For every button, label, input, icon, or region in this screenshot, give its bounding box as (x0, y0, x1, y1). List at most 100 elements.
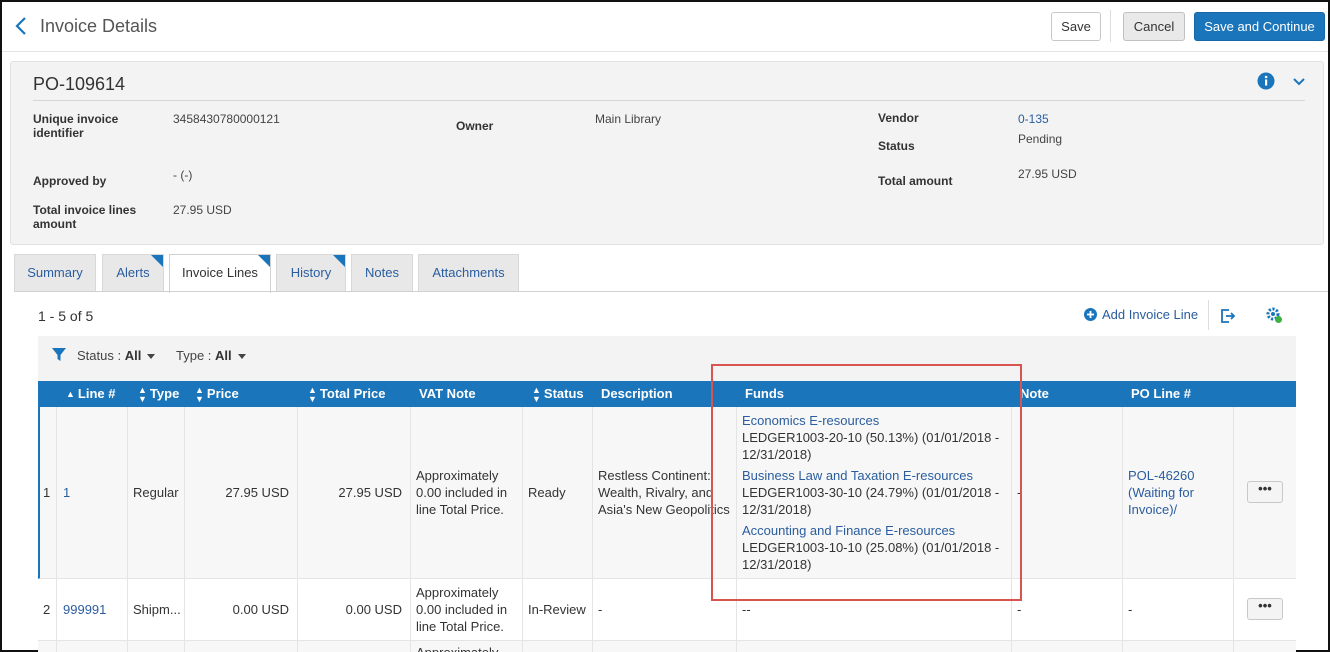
status-cell: In-Review (528, 602, 586, 617)
po-number-title: PO-109614 (33, 74, 126, 94)
table-row[interactable]: 2 999991 Shipm... 0.00 USD 0.00 USD Appr… (38, 579, 1296, 641)
type-cell: Shipm... (133, 602, 181, 617)
price-cell: 27.95 USD (225, 485, 289, 500)
funds-cell: Economics E-resources LEDGER1003-20-10 (… (742, 412, 999, 573)
add-invoice-line-label: Add Invoice Line (1102, 307, 1199, 322)
fund-link[interactable]: Accounting and Finance E-resources (742, 522, 999, 539)
results-count: 1 - 5 of 5 (38, 308, 94, 324)
status-value: Pending (1018, 132, 1063, 146)
column-divider (410, 407, 411, 652)
description-cell: - (598, 602, 603, 617)
page-title: Invoice Details (40, 16, 158, 36)
vat-note-cell: Approximately 0.00 included in line Tota… (416, 585, 508, 634)
column-header-po-line[interactable]: PO Line # (1131, 381, 1191, 407)
fund-detail: LEDGER1003-30-10 (24.79%) (01/01/2018 - (742, 485, 1000, 500)
chevron-down-icon[interactable] (1291, 74, 1307, 90)
column-divider (127, 407, 128, 652)
filter-bar: Status : All Type : All (38, 336, 1296, 381)
tab-history[interactable]: History (276, 254, 346, 291)
column-header-vat-note[interactable]: VAT Note (419, 381, 476, 407)
save-and-continue-button[interactable]: Save and Continue (1194, 12, 1325, 41)
vat-note-cell: Approximately 0.00 included in line Tota… (416, 468, 508, 517)
unique-id-value: 3458430780000121 (173, 112, 280, 126)
total-price-cell: 0.00 USD (345, 602, 402, 617)
column-header-status[interactable]: ▲ ▼ Status (532, 381, 584, 407)
column-header-line[interactable]: ▲ Line # (66, 381, 116, 407)
column-divider (1122, 407, 1123, 652)
column-header-description[interactable]: Description (601, 381, 673, 407)
fund-detail: 12/31/2018) (742, 447, 812, 462)
type-cell: Regular (133, 485, 179, 500)
column-divider (184, 407, 185, 652)
description-cell: Restless Continent: Wealth, Rivalry, and… (598, 468, 730, 517)
fund-detail: 12/31/2018) (742, 502, 812, 517)
total-lines-amount-value: 27.95 USD (173, 203, 232, 217)
toolbar-divider (1208, 300, 1209, 330)
tab-indicator-flag (333, 255, 345, 267)
column-divider (1011, 407, 1012, 652)
po-line-link[interactable]: POL-46260 (Waiting for Invoice)/ (1128, 467, 1195, 518)
vat-note-cell: Approximately (416, 644, 498, 652)
gear-icon[interactable] (1265, 306, 1283, 324)
vendor-link[interactable]: 0-135 (1018, 112, 1049, 126)
tab-underline (14, 291, 1328, 292)
top-bar: Invoice Details Save Cancel Save and Con… (2, 2, 1328, 52)
status-filter-dropdown[interactable]: Status : All (77, 348, 156, 363)
unique-id-label: Unique invoice identifier (33, 112, 119, 140)
po-line-cell: - (1128, 602, 1133, 617)
add-invoice-line-button[interactable]: Add Invoice Line (1084, 307, 1198, 322)
note-cell: - (1017, 485, 1022, 500)
column-header-price[interactable]: ▲ ▼ Price (195, 381, 239, 407)
status-label: Status (878, 139, 915, 153)
owner-label: Owner (456, 119, 494, 133)
total-lines-amount-label: Total invoice lines amount (33, 203, 137, 231)
column-header-funds[interactable]: Funds (745, 381, 784, 407)
back-arrow-icon[interactable] (12, 14, 32, 38)
table-header: ▲ Line # ▲ ▼ Type ▲ ▼ Price ▲ ▼ Total Price VAT… (38, 381, 1296, 407)
toolbar-divider (1110, 10, 1111, 42)
column-header-note[interactable]: Note (1020, 381, 1049, 407)
invoice-lines-table: ▲ Line # ▲ ▼ Type ▲ ▼ Price ▲ ▼ Total Price VAT… (38, 381, 1296, 652)
funds-cell: -- (742, 602, 751, 617)
row-actions-button[interactable]: ••• (1247, 598, 1283, 620)
column-divider (736, 407, 737, 652)
tab-invoice-lines[interactable]: Invoice Lines (169, 254, 271, 293)
tab-notes[interactable]: Notes (351, 254, 413, 291)
status-cell: Ready (528, 485, 566, 500)
line-number-link[interactable]: 999991 (63, 601, 106, 618)
tab-alerts[interactable]: Alerts (102, 254, 164, 291)
tab-summary[interactable]: Summary (14, 254, 96, 291)
vendor-label: Vendor (878, 111, 919, 125)
export-icon[interactable] (1219, 307, 1237, 325)
price-cell: 0.00 USD (232, 602, 289, 617)
plus-circle-icon (1084, 308, 1097, 321)
note-cell: - (1017, 602, 1022, 617)
save-button[interactable]: Save (1051, 12, 1101, 41)
info-icon[interactable] (1257, 72, 1275, 90)
fund-link[interactable]: Business Law and Taxation E-resources (742, 467, 999, 484)
fund-detail: LEDGER1003-10-10 (25.08%) (01/01/2018 - (742, 540, 1000, 555)
filter-icon[interactable] (52, 348, 66, 362)
owner-value: Main Library (595, 112, 662, 126)
table-row[interactable]: 1 1 Regular 27.95 USD 27.95 USD Approxim… (38, 407, 1296, 579)
column-divider (56, 407, 57, 652)
approved-by-label: Approved by (33, 174, 107, 188)
line-number-link[interactable]: 1 (63, 484, 70, 501)
row-actions-button[interactable]: ••• (1247, 481, 1283, 503)
approved-by-value: - (-) (173, 168, 193, 182)
column-header-total-price[interactable]: ▲ ▼ Total Price (308, 381, 385, 407)
type-filter-dropdown[interactable]: Type : All (176, 348, 246, 363)
invoice-summary-panel: PO-109614 Unique invoice identifier 3458… (10, 61, 1324, 245)
fund-detail: LEDGER1003-20-10 (50.13%) (01/01/2018 - (742, 430, 1000, 445)
column-divider (297, 407, 298, 652)
table-row[interactable]: Approximately (38, 641, 1296, 652)
cancel-button[interactable]: Cancel (1123, 12, 1185, 41)
tab-attachments[interactable]: Attachments (418, 254, 519, 291)
fund-detail: 12/31/2018) (742, 557, 812, 572)
tab-indicator-flag (258, 255, 270, 267)
row-index: 1 (43, 485, 51, 500)
total-price-cell: 27.95 USD (338, 485, 402, 500)
column-divider (1233, 407, 1234, 652)
fund-link[interactable]: Economics E-resources (742, 412, 999, 429)
column-header-type[interactable]: ▲ ▼ Type (138, 381, 179, 407)
